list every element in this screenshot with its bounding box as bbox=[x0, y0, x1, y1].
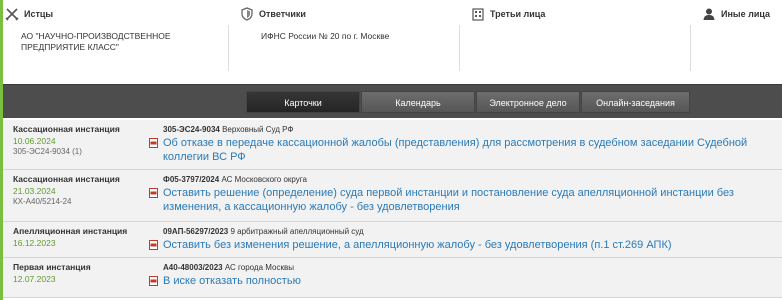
building-icon bbox=[471, 7, 485, 21]
tab-online-hearings[interactable]: Онлайн-заседания bbox=[581, 91, 690, 113]
plaintiffs-body: АО "НАУЧНО-ПРОИЗВОДСТВЕННОЕ ПРЕДПРИЯТИЕ … bbox=[5, 25, 229, 71]
case-row: Кассационная инстанция 10.06.2024 305-ЭС… bbox=[3, 120, 782, 170]
defendants-header: Ответчики bbox=[240, 7, 306, 21]
case-row: Апелляционная инстанция 16.12.2023 09АП-… bbox=[3, 222, 782, 258]
document-line: Об отказе в передаче кассационной жалобы… bbox=[147, 136, 777, 164]
case-details: 09АП-56297/2023 9 арбитражный апелляцион… bbox=[147, 226, 777, 252]
parties-section: Истцы АО "НАУЧНО-ПРОИЗВОДСТВЕННОЕ ПРЕДПР… bbox=[0, 0, 782, 84]
document-number: Ф05-3797/2024 bbox=[163, 175, 220, 184]
others-header: Иные лица bbox=[702, 7, 770, 21]
court-line: 09АП-56297/2023 9 арбитражный апелляцион… bbox=[147, 226, 777, 237]
case-row: Кассационная инстанция 21.03.2024 КХ-А40… bbox=[3, 170, 782, 222]
case-info: Первая инстанция 12.07.2023 bbox=[13, 262, 153, 285]
document-line: В иске отказать полностью bbox=[147, 274, 777, 288]
others-title: Иные лица bbox=[721, 9, 770, 19]
third-parties-column: Третьи лица bbox=[466, 0, 697, 84]
pdf-icon[interactable] bbox=[149, 138, 158, 148]
case-date: 10.06.2024 bbox=[13, 136, 56, 146]
plaintiffs-header: Истцы bbox=[5, 7, 53, 21]
case-row: Первая инстанция 12.07.2023 А40-48003/20… bbox=[3, 258, 782, 298]
defendant-name[interactable]: ИФНС России № 20 по г. Москве bbox=[256, 31, 459, 42]
case-info: Кассационная инстанция 10.06.2024 305-ЭС… bbox=[13, 124, 153, 157]
tab-bar: Карточки Календарь Электронное дело Онла… bbox=[3, 84, 782, 118]
document-link[interactable]: Оставить без изменения решение, а апелля… bbox=[163, 239, 672, 251]
case-details: А40-48003/2023 АС города Москвы В иске о… bbox=[147, 262, 777, 288]
document-link[interactable]: Об отказе в передаче кассационной жалобы… bbox=[163, 137, 747, 163]
case-info: Кассационная инстанция 21.03.2024 КХ-А40… bbox=[13, 174, 153, 207]
case-date: 21.03.2024 bbox=[13, 186, 56, 196]
others-column: Иные лица bbox=[697, 0, 782, 84]
others-body bbox=[702, 25, 776, 71]
plaintiffs-column: Истцы АО "НАУЧНО-ПРОИЗВОДСТВЕННОЕ ПРЕДПР… bbox=[0, 0, 235, 84]
instance-label: Кассационная инстанция bbox=[13, 174, 120, 184]
pdf-icon[interactable] bbox=[149, 276, 158, 286]
crossed-swords-icon bbox=[5, 7, 19, 21]
court-name: АС Московского округа bbox=[221, 175, 307, 184]
document-link[interactable]: В иске отказать полностью bbox=[163, 275, 301, 287]
document-number: А40-48003/2023 bbox=[163, 263, 223, 272]
document-line: Оставить без изменения решение, а апелля… bbox=[147, 238, 777, 252]
case-number: 305-ЭС24-9034 (1) bbox=[13, 147, 82, 156]
case-date: 16.12.2023 bbox=[13, 238, 56, 248]
third-parties-title: Третьи лица bbox=[490, 9, 546, 19]
defendants-title: Ответчики bbox=[259, 9, 306, 19]
pdf-icon[interactable] bbox=[149, 188, 158, 198]
tab-cards[interactable]: Карточки bbox=[246, 91, 360, 113]
court-name: Верховный Суд РФ bbox=[222, 125, 294, 134]
instance-label: Первая инстанция bbox=[13, 262, 91, 272]
document-number: 305-ЭС24-9034 bbox=[163, 125, 220, 134]
court-line: Ф05-3797/2024 АС Московского округа bbox=[147, 174, 777, 185]
document-link[interactable]: Оставить решение (определение) суда перв… bbox=[163, 187, 734, 213]
court-name: АС города Москвы bbox=[224, 263, 294, 272]
plaintiff-name[interactable]: АО "НАУЧНО-ПРОИЗВОДСТВЕННОЕ ПРЕДПРИЯТИЕ … bbox=[21, 31, 228, 53]
tab-electronic-case[interactable]: Электронное дело bbox=[476, 91, 580, 113]
case-date: 12.07.2023 bbox=[13, 274, 56, 284]
plaintiffs-title: Истцы bbox=[24, 9, 54, 19]
pdf-icon[interactable] bbox=[149, 240, 158, 250]
shield-icon bbox=[240, 7, 254, 21]
court-name: 9 арбитражный апелляционный суд bbox=[230, 227, 364, 236]
case-list: Кассационная инстанция 10.06.2024 305-ЭС… bbox=[3, 120, 782, 298]
court-line: 305-ЭС24-9034 Верховный Суд РФ bbox=[147, 124, 777, 135]
case-details: Ф05-3797/2024 АС Московского округа Оста… bbox=[147, 174, 777, 214]
tab-calendar[interactable]: Календарь bbox=[361, 91, 475, 113]
court-line: А40-48003/2023 АС города Москвы bbox=[147, 262, 777, 273]
tabs: Карточки Календарь Электронное дело Онла… bbox=[246, 91, 691, 113]
document-number: 09АП-56297/2023 bbox=[163, 227, 229, 236]
defendants-body: ИФНС России № 20 по г. Москве bbox=[240, 25, 460, 71]
defendants-column: Ответчики ИФНС России № 20 по г. Москве bbox=[235, 0, 466, 84]
case-details: 305-ЭС24-9034 Верховный Суд РФ Об отказе… bbox=[147, 124, 777, 164]
third-parties-header: Третьи лица bbox=[471, 7, 545, 21]
instance-label: Апелляционная инстанция bbox=[13, 226, 128, 236]
instance-label: Кассационная инстанция bbox=[13, 124, 120, 134]
third-parties-body bbox=[471, 25, 691, 71]
case-number: КХ-А40/5214-24 bbox=[13, 197, 72, 206]
case-info: Апелляционная инстанция 16.12.2023 bbox=[13, 226, 153, 249]
person-icon bbox=[702, 7, 716, 21]
document-line: Оставить решение (определение) суда перв… bbox=[147, 186, 777, 214]
